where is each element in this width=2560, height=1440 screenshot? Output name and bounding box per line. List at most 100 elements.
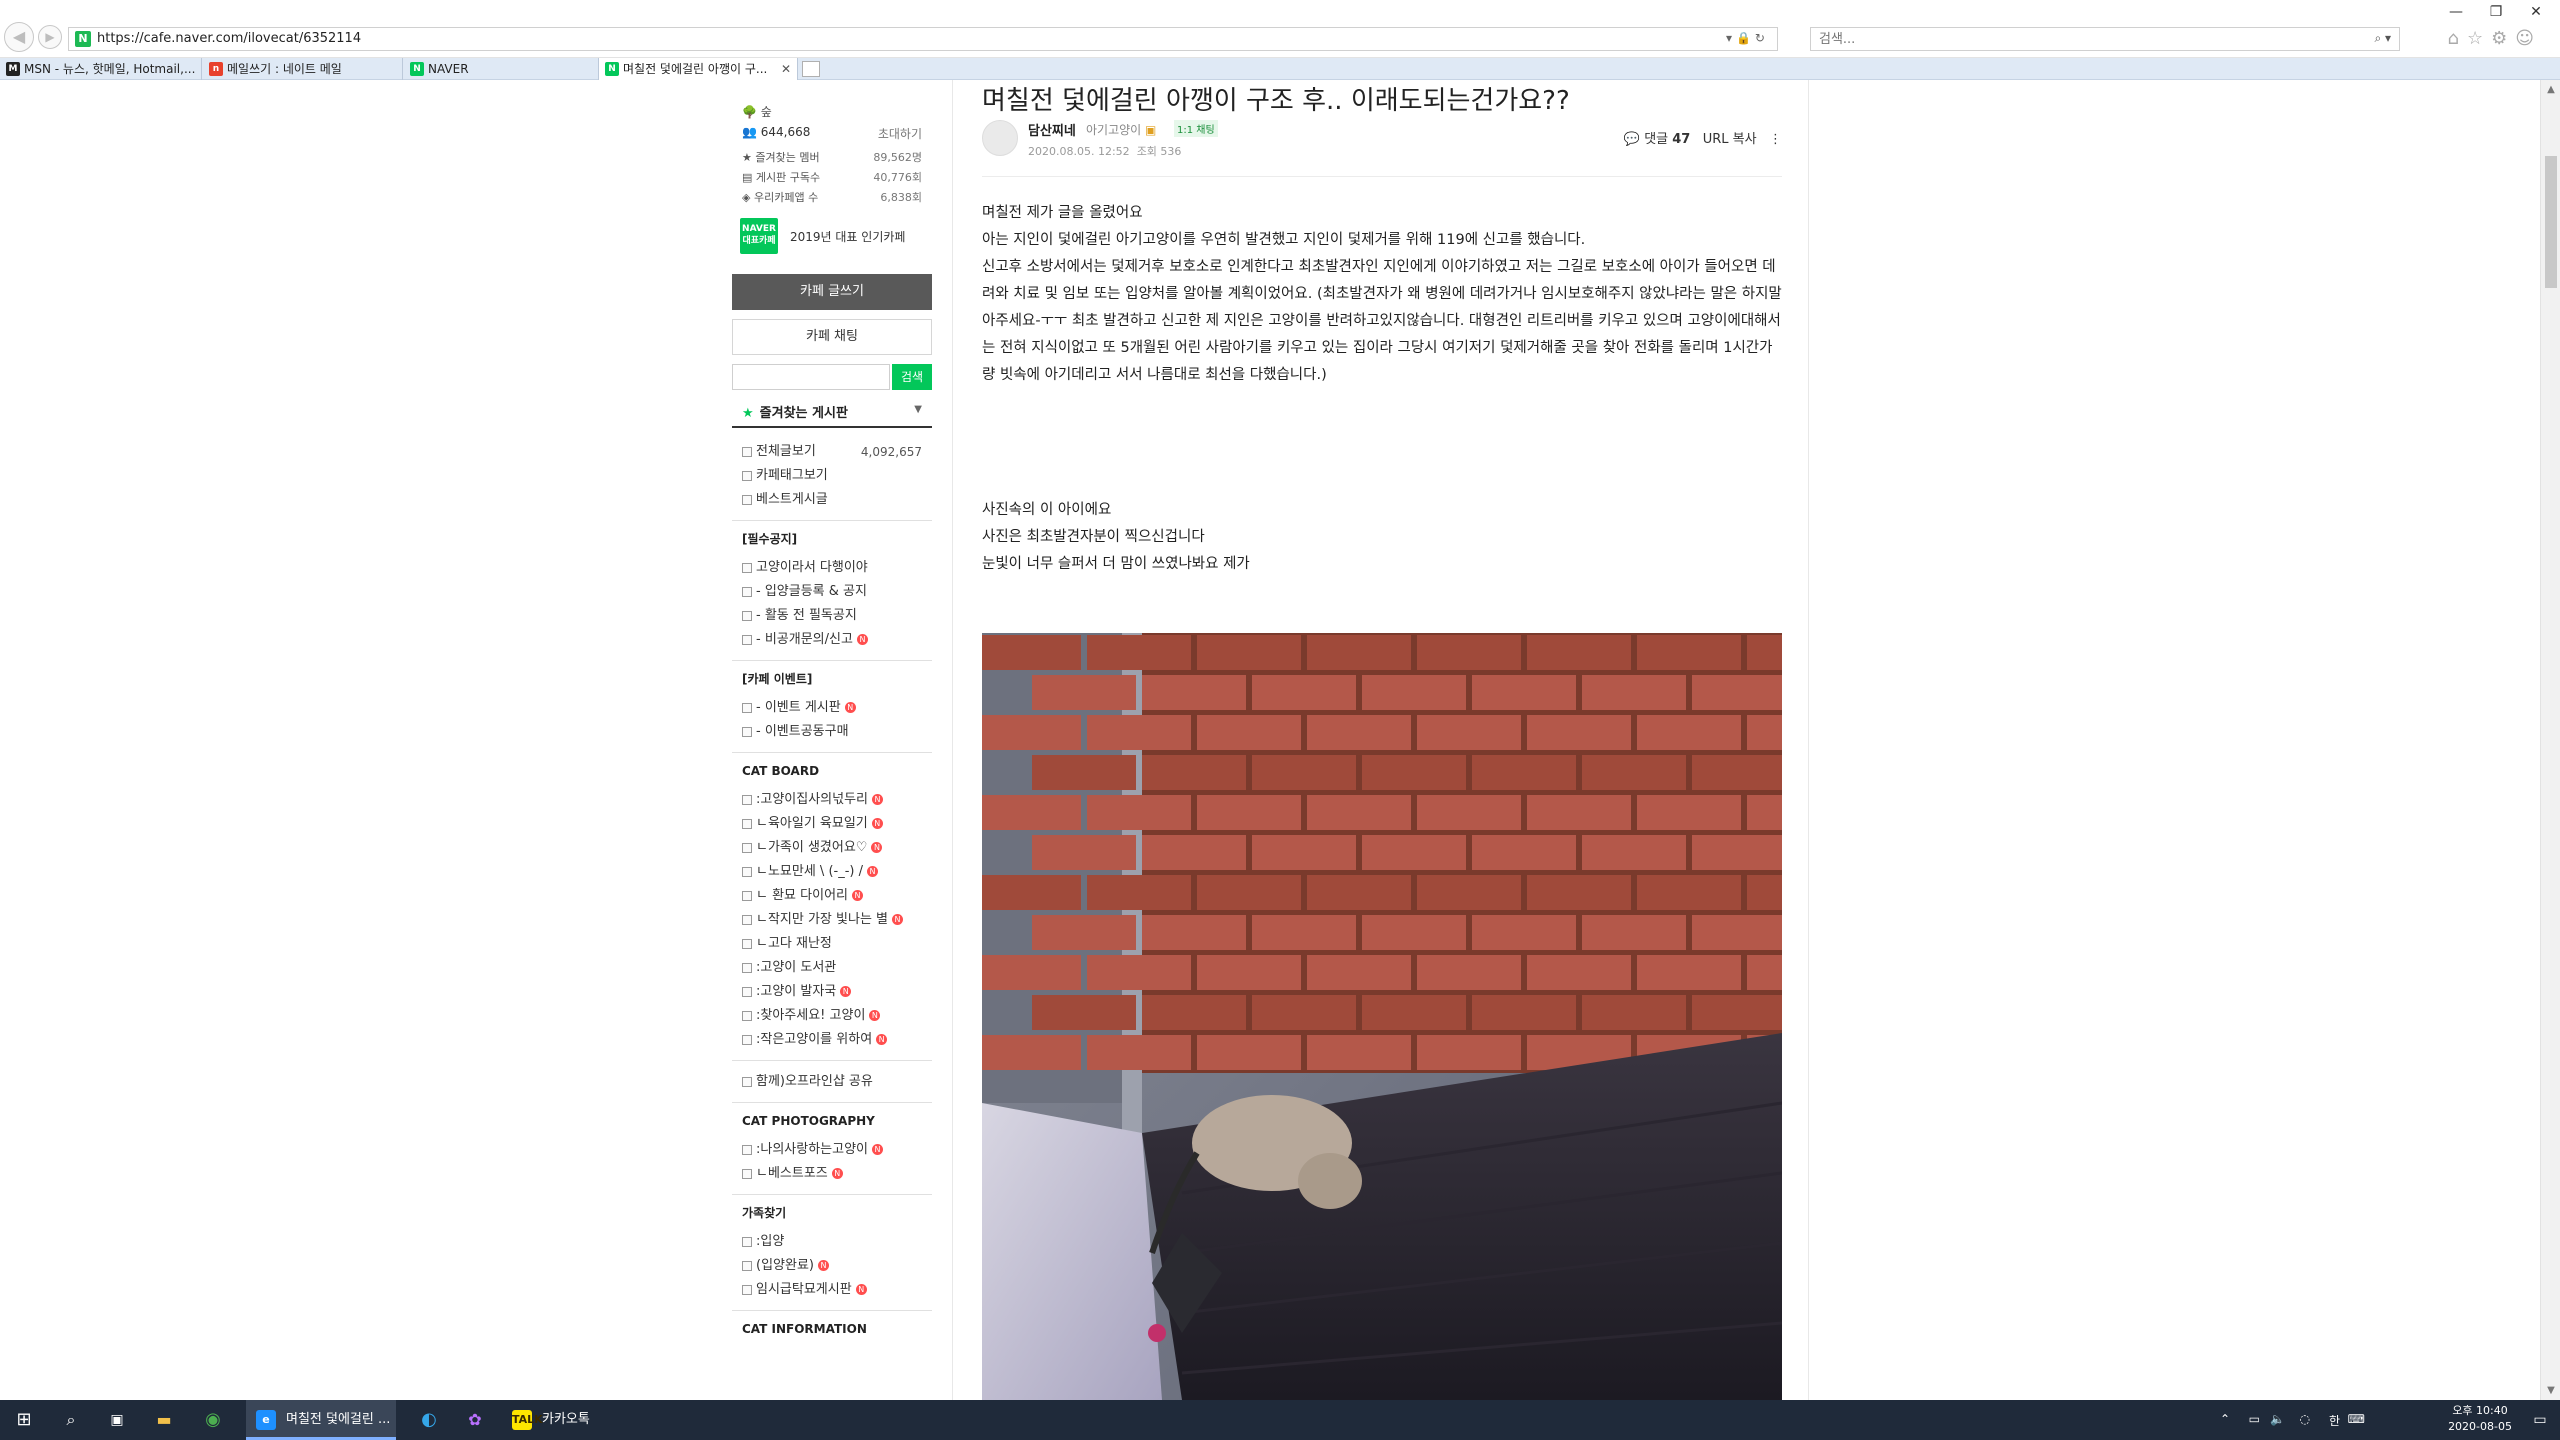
browser-search-input[interactable]: [1819, 30, 2339, 48]
menu-item-label: - 입양글등록 & 공지: [756, 584, 867, 599]
naver-representative-logo: NAVER 대표카페: [740, 218, 778, 254]
menu-item[interactable]: - 활동 전 필독공지: [732, 604, 932, 628]
brick-shape: [1472, 835, 1576, 870]
board-link[interactable]: 베스트게시글: [732, 488, 932, 512]
address-tools-icon[interactable]: ▾🔒↻: [1726, 31, 1769, 45]
url-copy-button[interactable]: URL 복사: [1703, 132, 1757, 147]
menu-item[interactable]: - 입양글등록 & 공지: [732, 580, 932, 604]
menu-item[interactable]: :찾아주세요! 고양이 N: [732, 1004, 932, 1028]
tray-chevron-icon[interactable]: ⌃: [2220, 1412, 2230, 1426]
tab-naver[interactable]: N NAVER: [404, 58, 604, 80]
address-bar[interactable]: N https://cafe.naver.com/ilovecat/635211…: [68, 27, 1778, 51]
tab-close-icon[interactable]: ✕: [781, 58, 791, 80]
comment-count: 47: [1672, 132, 1691, 147]
back-button[interactable]: ◀: [4, 22, 34, 52]
tab-nate-mail[interactable]: n 메일쓰기 : 네이트 메일: [203, 58, 403, 80]
dropdown-icon[interactable]: ▼: [914, 404, 922, 415]
member-count[interactable]: 👥 644,668: [742, 125, 810, 139]
forward-button[interactable]: ▶: [38, 25, 62, 49]
stat-label: ▤ 게시판 구독수: [742, 169, 820, 185]
search-magnifier-icon[interactable]: ⌕ ▾: [2374, 31, 2391, 46]
taskbar-app-kakaotalk[interactable]: TALK 카카오톡: [502, 1400, 652, 1440]
body-paragraph: 신고후 소방서에서는 덫제거후 보호소로 인계한다고 최초발견자인 지인에게 이…: [982, 259, 1782, 383]
restore-icon[interactable]: ❐: [2476, 4, 2516, 20]
new-badge-icon: N: [872, 794, 884, 805]
menu-item[interactable]: ㄴ육아일기 육묘일기 N: [732, 812, 932, 836]
scroll-down-icon[interactable]: ▼: [2541, 1385, 2560, 1396]
author-avatar[interactable]: [982, 120, 1018, 156]
page-scrollbar[interactable]: ▲ ▼: [2540, 80, 2560, 1400]
board-icon: [742, 1285, 752, 1295]
paint-icon[interactable]: ✿: [452, 1400, 498, 1440]
brick-shape: [1417, 955, 1521, 990]
chrome-icon[interactable]: ◉: [190, 1400, 236, 1440]
favorites-star-icon[interactable]: ☆: [2467, 28, 2491, 49]
minimize-icon[interactable]: —: [2436, 4, 2476, 20]
smiley-feedback-icon[interactable]: ☺: [2515, 28, 2542, 49]
browser-search-box[interactable]: ⌕ ▾: [1810, 27, 2400, 51]
new-tab-button[interactable]: [802, 61, 820, 77]
cafe-chat-button[interactable]: 카페 채팅: [732, 319, 932, 355]
menu-item[interactable]: (입양완료) N: [732, 1254, 932, 1278]
board-link-label: 베스트게시글: [756, 492, 828, 507]
menu-item[interactable]: ㄴ고다 재난정: [732, 932, 932, 956]
menu-item[interactable]: :입양: [732, 1230, 932, 1254]
favorite-boards-header[interactable]: ★ 즐겨찾는 게시판 ▼: [732, 402, 932, 428]
author-name[interactable]: 담산찌네: [1028, 120, 1076, 139]
menu-item[interactable]: :작은고양이를 위하여 N: [732, 1028, 932, 1052]
notification-icon[interactable]: ▭: [2520, 1400, 2560, 1440]
settings-gear-icon[interactable]: ⚙: [2491, 28, 2515, 49]
task-view-icon[interactable]: ▣: [94, 1400, 140, 1440]
one-on-one-chat-button[interactable]: 1:1 채팅: [1174, 120, 1218, 137]
scrollbar-thumb[interactable]: [2545, 156, 2557, 288]
menu-item[interactable]: :나의사랑하는고양이 N: [732, 1138, 932, 1162]
edge-icon[interactable]: ◐: [406, 1400, 452, 1440]
sync-icon[interactable]: ◌: [2300, 1412, 2310, 1426]
cafe-write-button[interactable]: 카페 글쓰기: [732, 274, 932, 310]
menu-item[interactable]: :고양이 발자국 N: [732, 980, 932, 1004]
menu-item[interactable]: ㄴ작지만 가장 빛나는 별 N: [732, 908, 932, 932]
menu-item[interactable]: - 이벤트 게시판 N: [732, 696, 932, 720]
menu-item[interactable]: 함께)오프라인샵 공유: [732, 1070, 932, 1094]
tab-msn[interactable]: M MSN - 뉴스, 핫메일, Hotmail,...: [0, 58, 202, 80]
menu-item[interactable]: 임시급탁묘게시판 N: [732, 1278, 932, 1302]
url-text[interactable]: https://cafe.naver.com/ilovecat/6352114: [97, 31, 361, 46]
article-date: 2020.08.05. 12:52: [1028, 145, 1130, 158]
stat-value: 40,776회: [873, 171, 922, 184]
menu-item[interactable]: ㄴ베스트포즈 N: [732, 1162, 932, 1186]
scroll-up-icon[interactable]: ▲: [2541, 84, 2560, 95]
network-icon[interactable]: ▭: [2249, 1412, 2260, 1426]
menu-item[interactable]: ㄴ가족이 생겼어요♡ N: [732, 836, 932, 860]
body-paragraph: 사진은 최초발견자분이 찍으신겁니다: [982, 529, 1205, 545]
menu-item[interactable]: :고양이 도서관: [732, 956, 932, 980]
ime-icon[interactable]: 한: [2329, 1412, 2340, 1429]
windows-start-icon[interactable]: ⊞: [0, 1400, 48, 1440]
representative-cafe-badge[interactable]: NAVER 대표카페 2019년 대표 인기카페: [732, 214, 932, 262]
board-link[interactable]: 전체글보기 4,092,657: [732, 440, 932, 464]
search-icon[interactable]: ⌕: [48, 1400, 94, 1440]
brick-shape: [1142, 835, 1246, 870]
menu-item[interactable]: 고양이라서 다행이야: [732, 556, 932, 580]
file-explorer-icon[interactable]: ▬: [140, 1400, 188, 1440]
menu-item[interactable]: - 비공개문의/신고 N: [732, 628, 932, 652]
tab-naver-cafe-active[interactable]: N 며칠전 덫에걸린 아깽이 구... ✕: [598, 58, 798, 80]
taskbar-app-browser[interactable]: e 며칠전 덫에걸린 ...: [246, 1400, 396, 1440]
comment-link[interactable]: 댓글 47: [1644, 132, 1690, 147]
volume-icon[interactable]: 🔈: [2270, 1412, 2285, 1426]
menu-item[interactable]: ㄴ 환묘 다이어리 N: [732, 884, 932, 908]
menu-item[interactable]: :고양이집사의넋두리 N: [732, 788, 932, 812]
cafe-search-button[interactable]: 검색: [892, 364, 932, 390]
more-options-icon[interactable]: ⋮: [1769, 132, 1782, 147]
invite-link[interactable]: 초대하기: [878, 125, 922, 142]
menu-item[interactable]: - 이벤트공동구매: [732, 720, 932, 744]
menu-item[interactable]: ㄴ노묘만세 \ (-_-) / N: [732, 860, 932, 884]
brick-shape: [1362, 915, 1466, 950]
cafe-search-input[interactable]: [732, 364, 890, 390]
board-link[interactable]: 카페태그보기: [732, 464, 932, 488]
article-photo-cat[interactable]: [982, 633, 1782, 1400]
keyboard-icon[interactable]: ⌨: [2348, 1412, 2365, 1426]
close-window-icon[interactable]: ✕: [2516, 4, 2556, 20]
home-icon[interactable]: ⌂: [2448, 28, 2467, 49]
brick-shape: [1307, 875, 1411, 910]
clock[interactable]: 오후 10:40 2020-08-05: [2448, 1403, 2512, 1435]
